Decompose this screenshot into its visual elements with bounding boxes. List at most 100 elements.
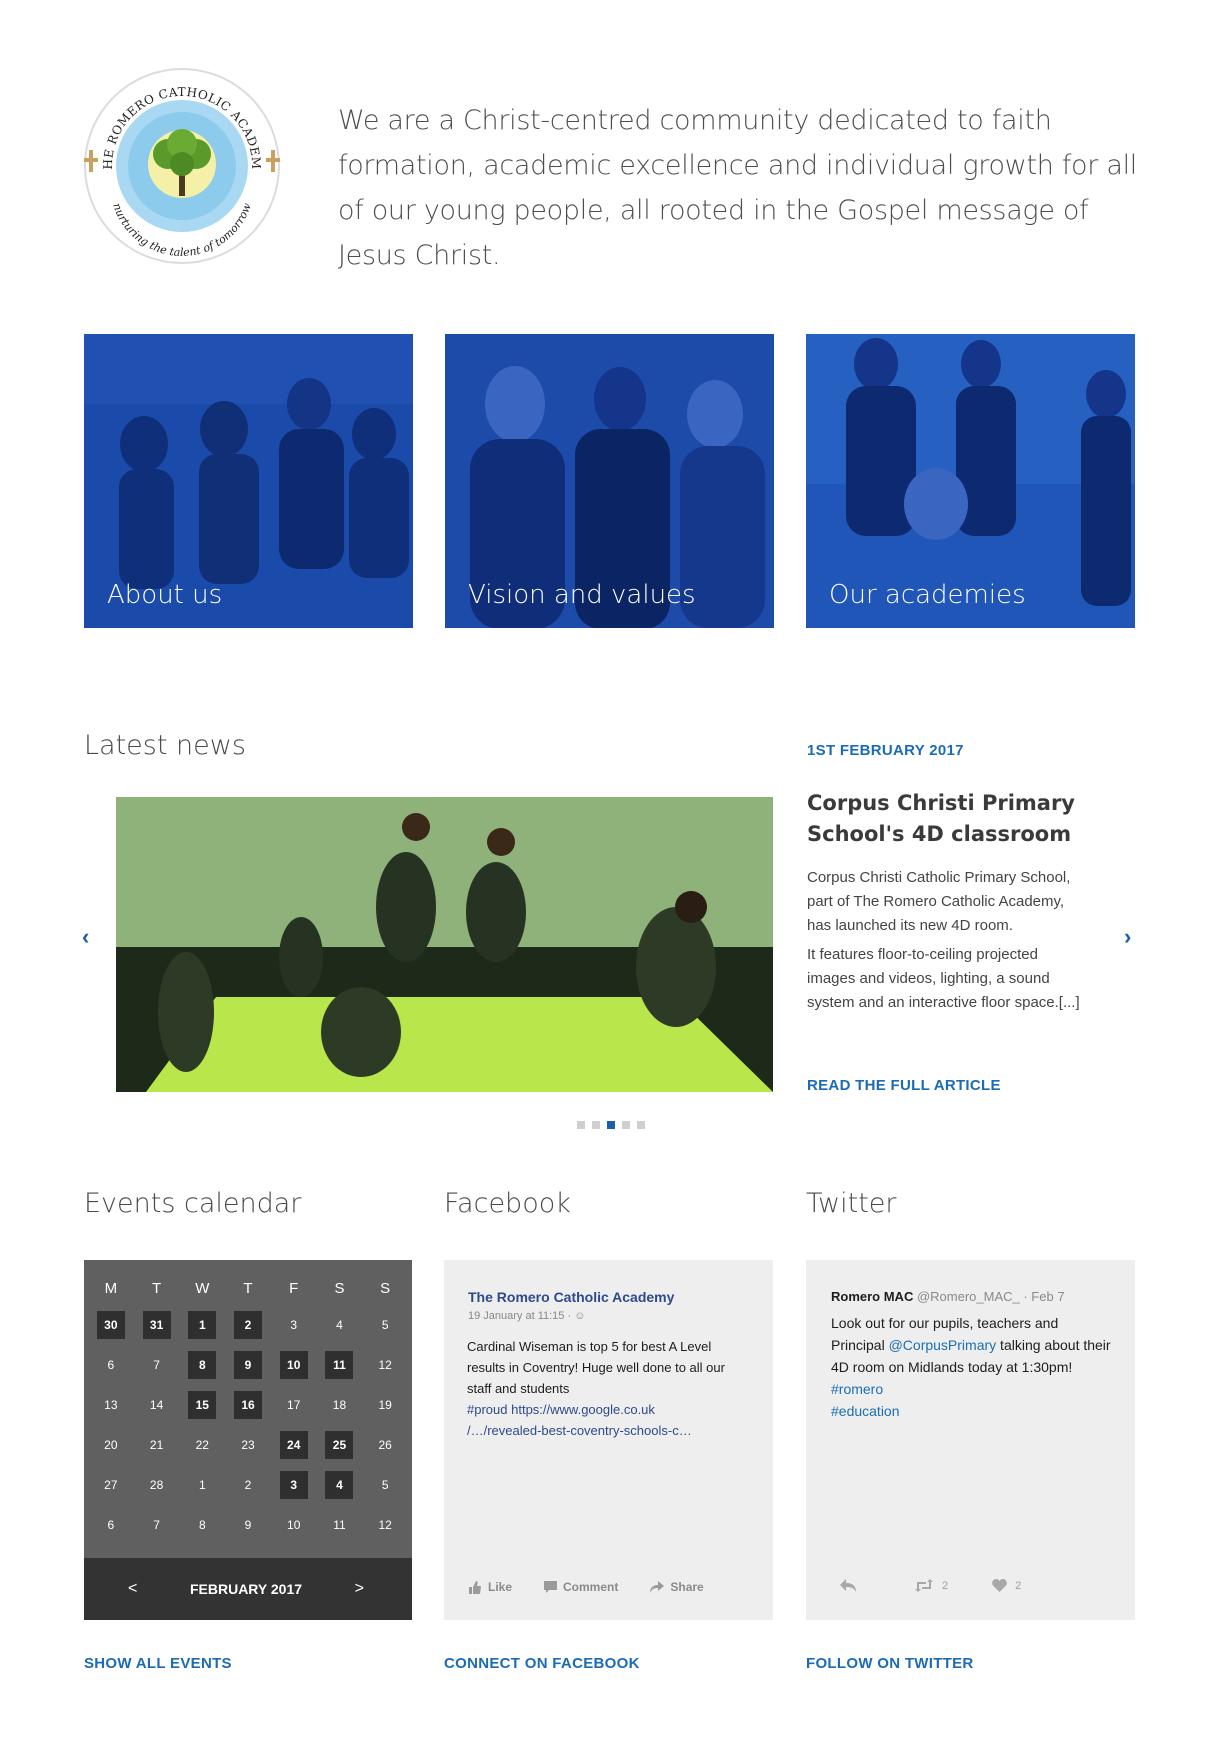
follow-on-twitter-link[interactable]: FOLLOW ON TWITTER [806,1655,974,1672]
facebook-share-label: Share [670,1580,704,1594]
facebook-page-name[interactable]: The Romero Catholic Academy [468,1289,674,1305]
tweet-hashtag[interactable]: #romero [831,1381,883,1397]
thumbs-up-icon [469,1580,481,1594]
facebook-post-body: Cardinal Wiseman is top 5 for best A Lev… [467,1339,725,1396]
calendar-day-event[interactable]: 30 [96,1311,125,1339]
calendar-day: 6 [107,1518,115,1532]
news-image[interactable] [116,797,773,1092]
slider-dot[interactable] [637,1121,645,1129]
academy-logo[interactable]: THE ROMERO CATHOLIC ACADEMY nurturing th… [77,55,282,266]
calendar-day: 14 [149,1398,164,1412]
mission-statement: We are a Christ-centred community dedica… [338,105,1138,271]
tweet-reply-button[interactable] [840,1579,856,1592]
calendar-day: 17 [287,1398,301,1412]
calendar-day: 8 [198,1518,206,1532]
news-next-arrow[interactable]: › [1124,924,1131,950]
facebook-hashtag[interactable]: #proud [467,1402,507,1417]
calendar-day-event[interactable]: 3 [279,1471,308,1499]
calendar-day: 26 [378,1438,392,1452]
tweet-header: Romero MAC @Romero_MAC_ · Feb 7 [831,1289,1065,1304]
calendar-week: 6 7 8 9 10 11 12 [88,1505,408,1545]
calendar-weekday: S [380,1280,391,1297]
read-full-article-link[interactable]: READ THE FULL ARTICLE [807,1077,1001,1094]
tile-our-academies[interactable]: Our academies [806,334,1135,628]
tweet-hashtag[interactable]: #education [831,1403,900,1419]
tweet-mention[interactable]: @CorpusPrimary [889,1337,997,1353]
calendar-week: 13 14 15 16 17 18 19 [88,1385,408,1425]
news-paragraph: Corpus Christi Catholic Primary School, … [807,869,1071,934]
tile-about-us[interactable]: About us [84,334,413,628]
news-date: 1ST FEBRUARY 2017 [807,742,964,759]
calendar-weekday: W [195,1280,210,1297]
calendar-day: 19 [378,1398,392,1412]
calendar-footer: < FEBRUARY 2017 > [84,1558,412,1620]
calendar-day: 7 [153,1358,160,1372]
calendar-day: 11 [333,1518,346,1532]
calendar-day-event[interactable]: 1 [188,1311,217,1339]
calendar-month: FEBRUARY 2017 [189,1581,303,1597]
calendar-day: 2 [244,1478,252,1492]
calendar-next-button[interactable]: > [355,1580,364,1598]
facebook-share-button[interactable]: Share [650,1580,704,1594]
share-icon [650,1581,665,1593]
events-heading: Events calendar [84,1188,302,1219]
slider-dot[interactable] [577,1121,585,1129]
calendar-day-event[interactable]: 8 [188,1351,217,1379]
calendar-day-event[interactable]: 24 [279,1431,308,1459]
news-paragraph: It features floor-to-ceiling projected i… [807,946,1080,1011]
calendar-day: 5 [381,1318,389,1332]
show-all-events-link[interactable]: SHOW ALL EVENTS [84,1655,232,1672]
calendar-grid: 30 31 1 2 3 4 5 6 7 8 9 10 11 12 13 14 15 16 17 18 19 20 21 22 2… [84,1305,412,1545]
calendar-day: 12 [378,1358,392,1372]
calendar-day-event[interactable]: 2 [234,1311,263,1339]
tweet-like-button[interactable]: 2 [992,1579,1021,1592]
calendar-week: 20 21 22 23 24 25 26 [88,1425,408,1465]
tweet-author-handle[interactable]: @Romero_MAC_ [917,1289,1020,1304]
calendar-day: 12 [378,1518,392,1532]
tweet-author-name[interactable]: Romero MAC [831,1289,913,1304]
news-title[interactable]: Corpus Christi Primary School's 4D class… [807,788,1107,850]
facebook-comment-label: Comment [563,1580,619,1594]
heart-icon [992,1579,1007,1592]
facebook-heading: Facebook [444,1188,571,1219]
calendar-week: 6 7 8 9 10 11 12 [88,1345,408,1385]
slider-dot[interactable] [592,1121,600,1129]
calendar-day-event[interactable]: 10 [279,1351,308,1379]
slider-dot[interactable] [622,1121,630,1129]
calendar-weekday: M [104,1280,118,1297]
calendar-weekday: F [289,1280,299,1297]
calendar-day: 3 [290,1318,298,1332]
calendar-day: 18 [332,1398,347,1412]
calendar-day-event[interactable]: 16 [234,1391,263,1419]
facebook-post-time: 19 January at 11:15 · ☺ [468,1310,585,1322]
calendar-day: 27 [104,1478,118,1492]
news-prev-arrow[interactable]: ‹ [82,924,89,950]
calendar-day-event[interactable]: 11 [325,1351,354,1379]
calendar-prev-button[interactable]: < [128,1580,137,1598]
calendar-day-event[interactable]: 9 [234,1351,263,1379]
calendar-day: 28 [149,1478,164,1492]
calendar-day: 21 [149,1438,164,1452]
facebook-post-time-text: 19 January at 11:15 · [468,1310,575,1322]
comment-icon [544,1581,558,1593]
calendar-day-event[interactable]: 31 [142,1311,171,1339]
facebook-like-label: Like [488,1580,513,1594]
slider-dot-active[interactable] [607,1121,615,1129]
tweet-retweet-button[interactable]: 2 [914,1579,948,1592]
tweet-date: · Feb 7 [1019,1289,1065,1304]
facebook-like-button[interactable]: Like [468,1580,512,1594]
calendar-day-event[interactable]: 4 [325,1471,354,1499]
calendar-day: 23 [241,1438,255,1452]
tile-vision-and-values[interactable]: Vision and values [445,334,774,628]
retweet-icon [915,1579,933,1592]
tweet-actions: 2 2 [840,1579,1021,1592]
calendar-day-event[interactable]: 25 [325,1431,354,1459]
calendar-weekday: T [243,1280,253,1297]
calendar-weekday: T [151,1280,162,1297]
calendar-day-event[interactable]: 15 [188,1391,217,1419]
news-excerpt: Corpus Christi Catholic Primary School, … [807,866,1087,1015]
calendar-day: 7 [153,1518,160,1532]
facebook-comment-button[interactable]: Comment [544,1580,618,1594]
calendar-day: 5 [381,1478,389,1492]
connect-on-facebook-link[interactable]: CONNECT ON FACEBOOK [444,1655,640,1672]
